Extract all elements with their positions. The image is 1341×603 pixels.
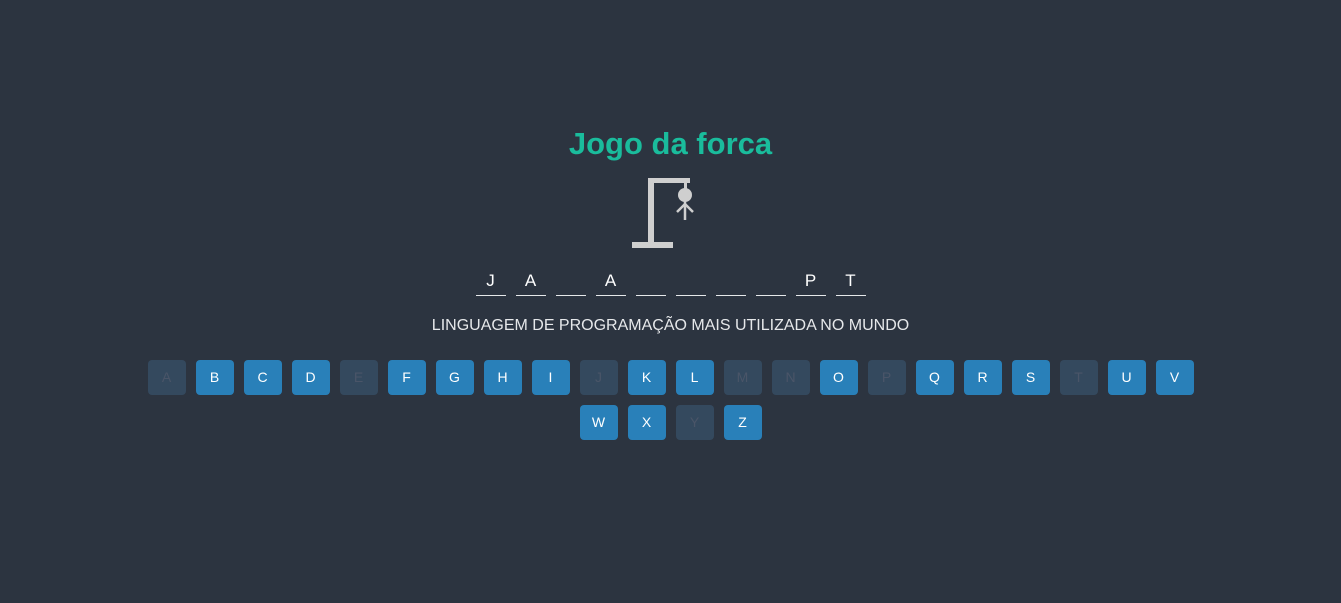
letter-slot: J	[475, 268, 506, 296]
letter-key-n: N	[771, 360, 810, 395]
letter-key-r[interactable]: R	[963, 360, 1002, 395]
letter-key-s[interactable]: S	[1011, 360, 1050, 395]
letter-key-f[interactable]: F	[387, 360, 426, 395]
letter-key-z[interactable]: Z	[723, 405, 762, 440]
letter-slot: T	[835, 268, 866, 296]
letter-key-d[interactable]: D	[291, 360, 330, 395]
gallows-frame	[632, 178, 690, 248]
keyboard-row: WXYZ	[0, 405, 1341, 440]
letter-slot	[555, 268, 586, 296]
letter-slot: A	[595, 268, 626, 296]
keyboard-row: ABCDEFGHIJKLMNOPQRSTUV	[0, 360, 1341, 395]
letter-key-u[interactable]: U	[1107, 360, 1146, 395]
letter-key-e: E	[339, 360, 378, 395]
letter-key-x[interactable]: X	[627, 405, 666, 440]
letter-key-w[interactable]: W	[579, 405, 618, 440]
letter-key-g[interactable]: G	[435, 360, 474, 395]
letter-key-v[interactable]: V	[1155, 360, 1194, 395]
letter-key-l[interactable]: L	[675, 360, 714, 395]
letter-key-i[interactable]: I	[531, 360, 570, 395]
letter-key-c[interactable]: C	[243, 360, 282, 395]
letter-key-q[interactable]: Q	[915, 360, 954, 395]
letter-key-h[interactable]: H	[483, 360, 522, 395]
letter-key-m: M	[723, 360, 762, 395]
letter-key-p: P	[867, 360, 906, 395]
letter-key-y: Y	[675, 405, 714, 440]
letter-key-t: T	[1059, 360, 1098, 395]
letter-key-k[interactable]: K	[627, 360, 666, 395]
letter-key-b[interactable]: B	[195, 360, 234, 395]
letter-slot: A	[515, 268, 546, 296]
letter-slot	[675, 268, 706, 296]
letter-key-a: A	[147, 360, 186, 395]
gallows-beam	[648, 178, 690, 183]
letter-slot	[715, 268, 746, 296]
letter-keyboard: ABCDEFGHIJKLMNOPQRSTUV WXYZ	[0, 360, 1341, 450]
hangman-figure	[676, 188, 694, 220]
letter-key-o[interactable]: O	[819, 360, 858, 395]
letter-slot	[755, 268, 786, 296]
letter-slot	[635, 268, 666, 296]
letter-slot: P	[795, 268, 826, 296]
hint-text: LINGUAGEM DE PROGRAMAÇÃO MAIS UTILIZADA …	[431, 317, 910, 334]
hangman-head	[678, 188, 692, 202]
gallows-post	[648, 178, 654, 246]
letter-key-j: J	[579, 360, 618, 395]
word-slots: JAAPT	[0, 268, 1341, 296]
page-title: Jogo da forca	[568, 126, 773, 161]
gallows-drawing	[632, 178, 694, 248]
